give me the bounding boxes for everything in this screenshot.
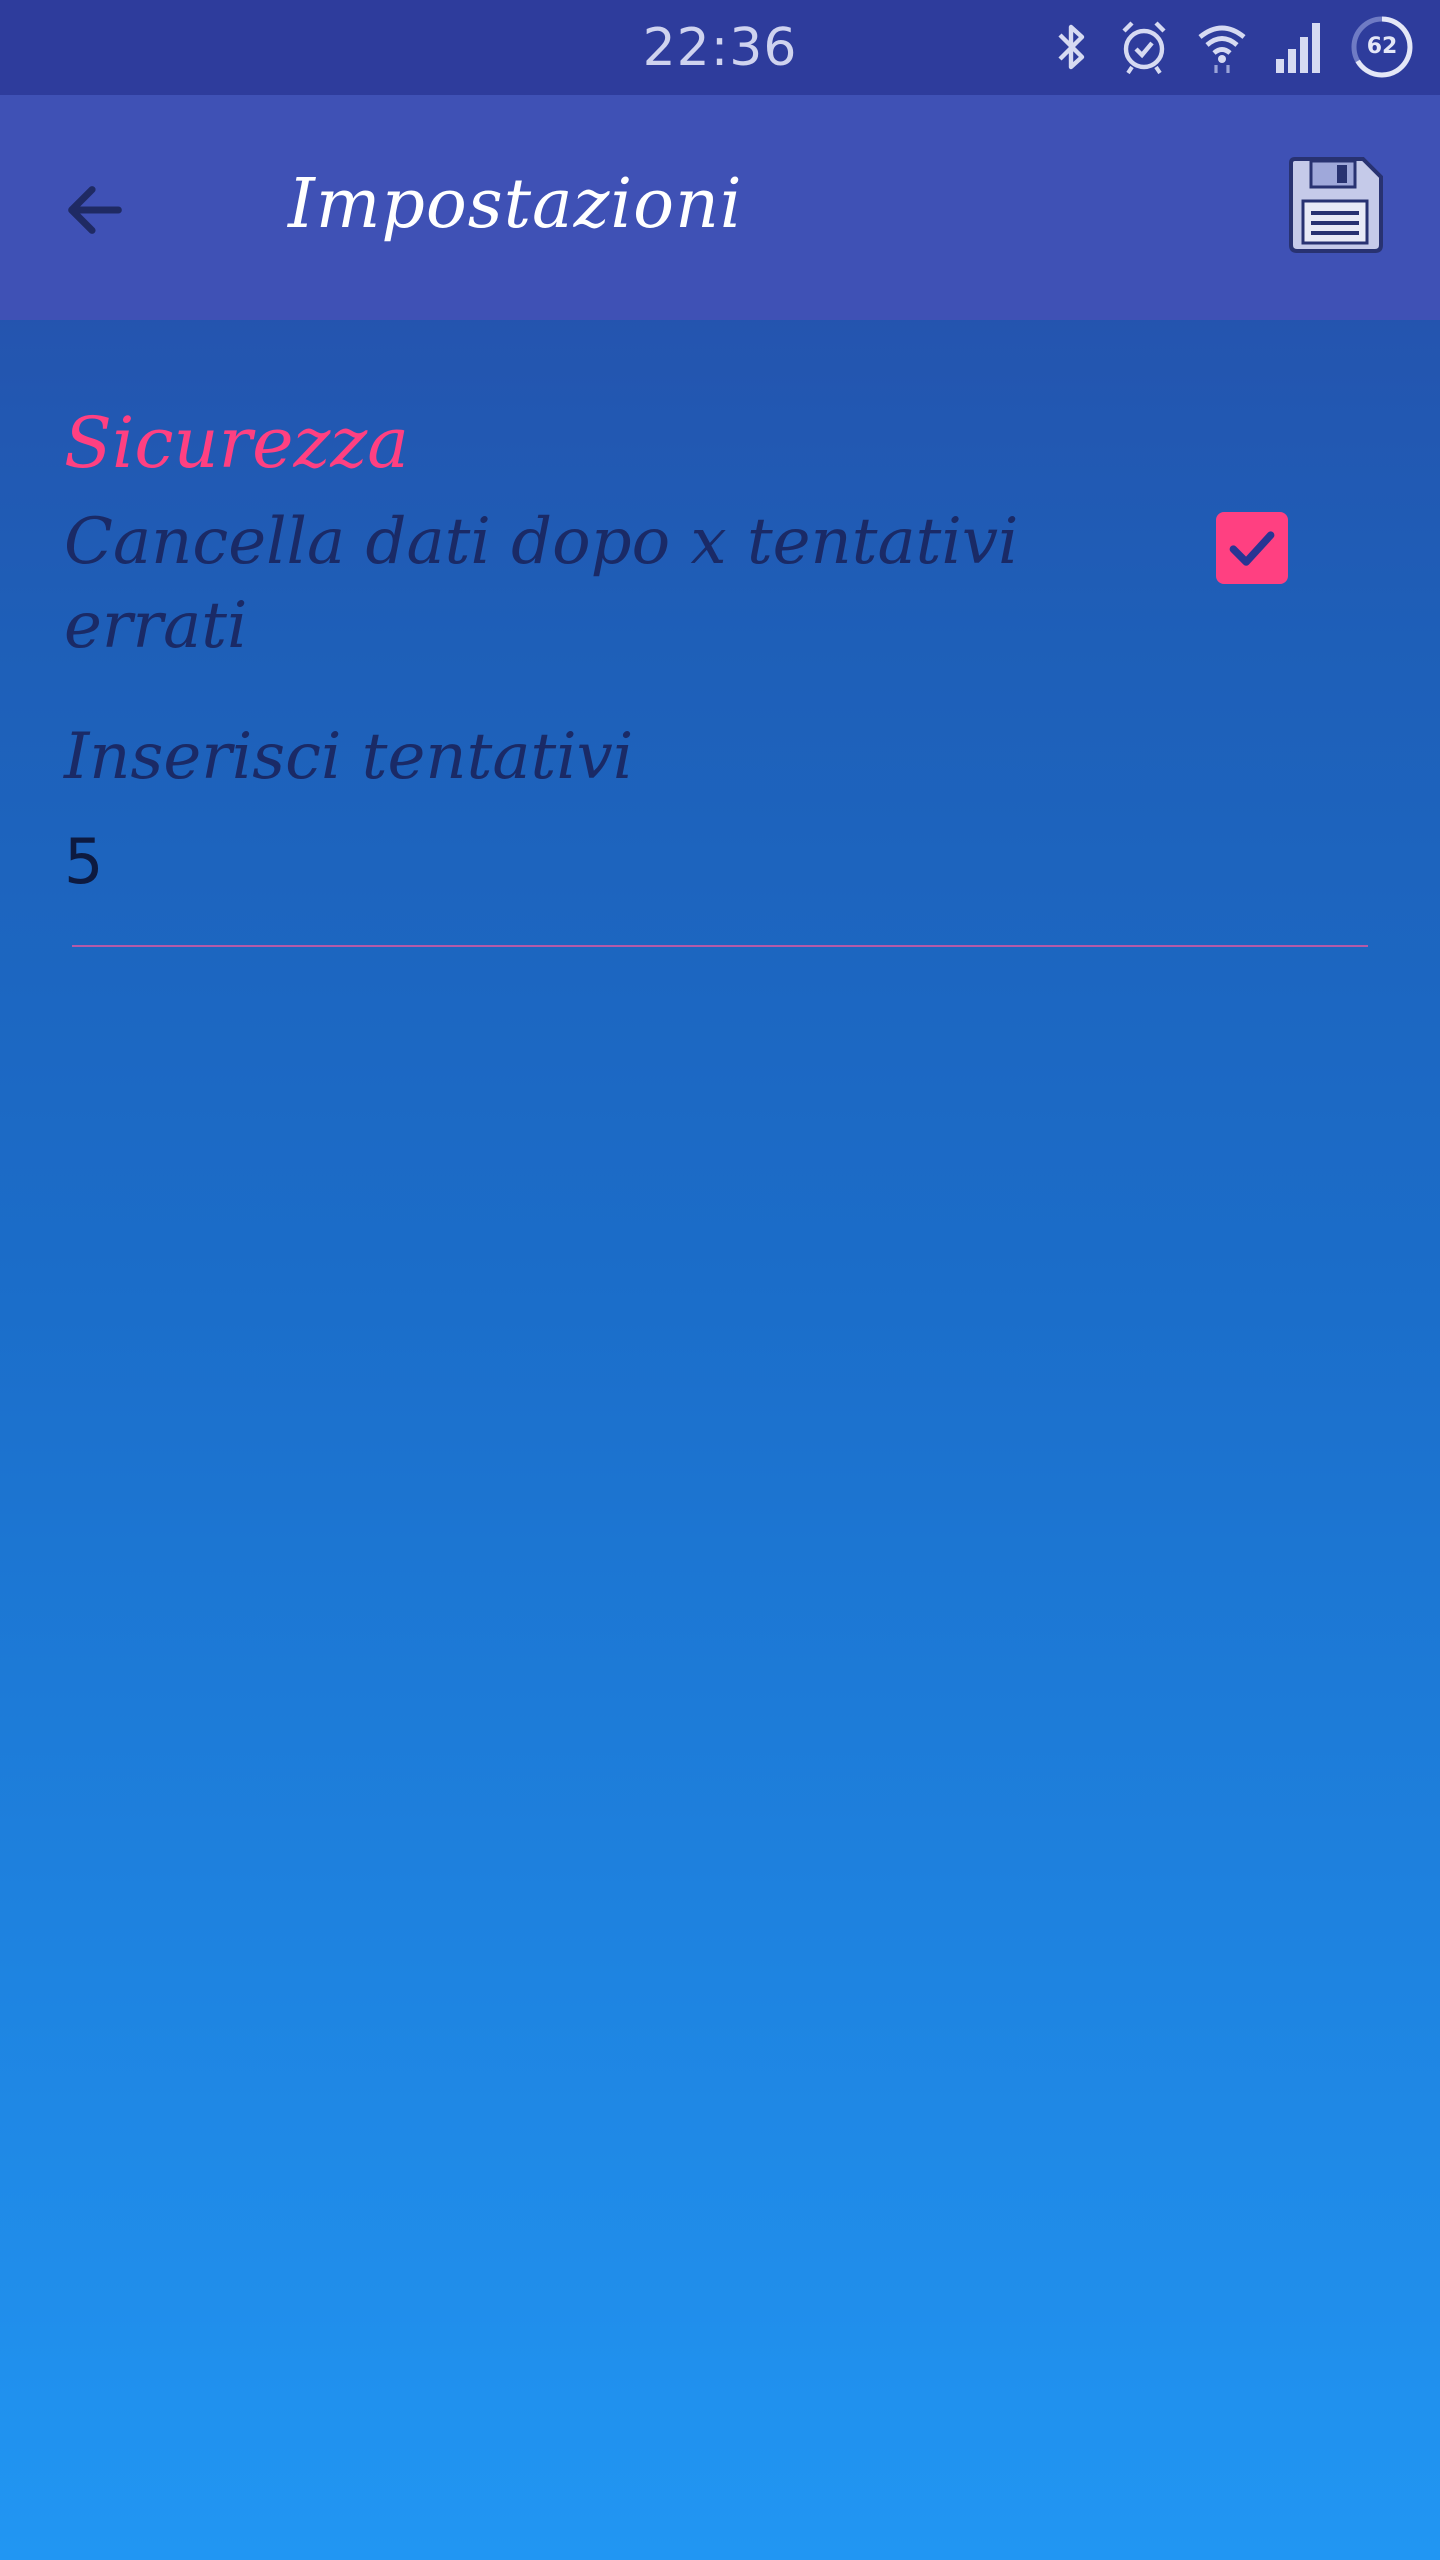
page-title: Impostazioni — [288, 165, 743, 244]
floppy-disk-icon — [1289, 157, 1383, 253]
status-icons: 62 — [1052, 14, 1414, 80]
arrow-back-icon — [68, 186, 122, 234]
wipe-data-checkbox[interactable] — [1216, 512, 1288, 584]
section-title-security: Sicurezza — [64, 402, 410, 484]
status-bar: 22:36 62 — [0, 0, 1440, 95]
wipe-data-preference[interactable]: Cancella dati dopo x tentativi errati — [64, 500, 1324, 670]
app-bar: Impostazioni — [0, 95, 1440, 320]
battery-icon: 62 — [1350, 15, 1414, 79]
attempts-field-label: Inserisci tentativi — [64, 720, 634, 794]
signal-icon — [1274, 21, 1324, 73]
save-button[interactable] — [1280, 150, 1390, 260]
back-button[interactable] — [40, 155, 150, 265]
bluetooth-icon — [1052, 19, 1092, 75]
alarm-icon — [1118, 19, 1170, 75]
wifi-icon — [1196, 19, 1248, 75]
checkmark-icon — [1229, 531, 1275, 566]
attempts-input-underline — [72, 945, 1368, 947]
attempts-input[interactable]: 5 — [64, 825, 103, 898]
battery-level: 62 — [1366, 34, 1398, 59]
wipe-data-label: Cancella dati dopo x tentativi errati — [64, 505, 1019, 663]
